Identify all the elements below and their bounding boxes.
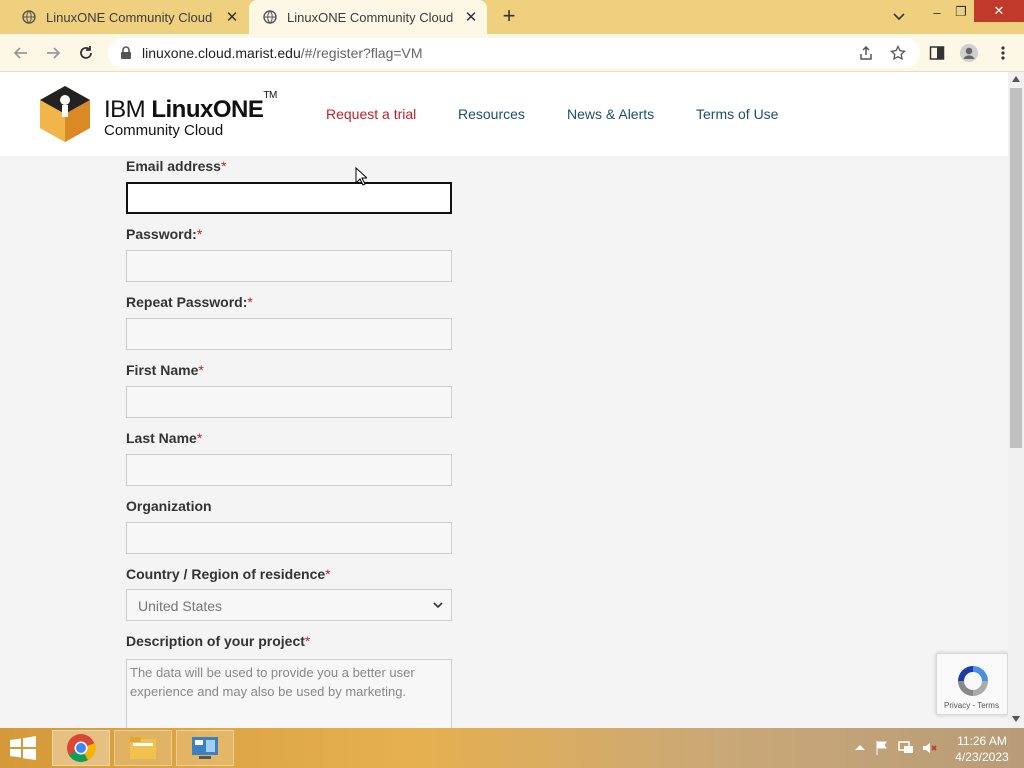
window-close-button[interactable]: ✕ <box>974 0 1024 22</box>
tab-linuxone-1[interactable]: LinuxONE Community Cloud ✕ <box>8 0 248 34</box>
last-name-label: Last Name* <box>126 430 203 446</box>
profile-avatar-icon <box>960 44 978 62</box>
site-header: IBM LinuxONETM Community Cloud Request a… <box>0 72 1008 156</box>
back-arrow-icon <box>13 47 27 59</box>
taskbar-file-explorer[interactable] <box>114 730 172 766</box>
logo-linuxone-text: LinuxONE <box>151 96 264 123</box>
menu-button[interactable] <box>992 42 1014 64</box>
control-panel-icon <box>192 737 218 759</box>
nav-terms-of-use[interactable]: Terms of Use <box>696 106 778 122</box>
organization-label: Organization <box>126 498 212 514</box>
page-viewport: IBM LinuxONETM Community Cloud Request a… <box>0 72 1008 728</box>
tab-linuxone-2[interactable]: LinuxONE Community Cloud ✕ <box>249 0 487 34</box>
email-input[interactable] <box>126 182 452 214</box>
volume-muted-icon[interactable] <box>922 740 938 756</box>
tab-title: LinuxONE Community Cloud <box>46 9 213 25</box>
scroll-thumb[interactable] <box>1010 88 1022 448</box>
forward-button[interactable] <box>42 42 64 64</box>
email-label: Email address* <box>126 158 227 174</box>
mouse-cursor-icon <box>355 167 367 186</box>
tab-title: LinuxONE Community Cloud <box>287 9 454 25</box>
nav-request-trial[interactable]: Request a trial <box>326 106 416 122</box>
tab-close-icon[interactable]: ✕ <box>224 9 240 26</box>
logo-wordmark[interactable]: IBM LinuxONETM <box>104 90 277 124</box>
logo-subtitle: Community Cloud <box>104 122 224 139</box>
country-label: Country / Region of residence* <box>126 566 331 582</box>
reload-button[interactable] <box>75 42 97 64</box>
lock-icon[interactable] <box>120 46 132 60</box>
password-label: Password:* <box>126 226 203 242</box>
browser-toolbar: linuxone.cloud.marist.edu/#/register?fla… <box>0 34 1024 72</box>
chevron-down-icon <box>433 602 443 609</box>
scroll-up-arrow-icon[interactable] <box>1012 76 1020 82</box>
windows-taskbar: 11:26 AM 4/23/2023 <box>0 728 1024 768</box>
url-path: /#/register?flag=VM <box>300 45 423 61</box>
repeat-password-input[interactable] <box>126 318 452 350</box>
nav-news-alerts[interactable]: News & Alerts <box>567 106 654 122</box>
first-name-input[interactable] <box>126 386 452 418</box>
country-select[interactable]: United States <box>126 589 452 621</box>
repeat-password-label: Repeat Password:* <box>126 294 253 310</box>
chrome-icon <box>67 734 96 762</box>
reload-icon <box>80 46 92 59</box>
share-icon[interactable] <box>858 45 874 61</box>
first-name-label: First Name* <box>126 362 204 378</box>
forward-arrow-icon <box>47 47 61 59</box>
linuxone-logo-icon[interactable] <box>38 84 92 144</box>
logo-tm: TM <box>263 90 277 101</box>
side-panel-icon <box>929 46 945 60</box>
profile-button[interactable] <box>958 42 980 64</box>
action-center-flag-icon[interactable] <box>874 740 890 756</box>
system-clock[interactable]: 11:26 AM 4/23/2023 <box>950 733 1014 765</box>
clock-date: 4/23/2023 <box>955 750 1009 764</box>
tab-search-chevron-icon[interactable] <box>890 9 908 25</box>
bookmark-star-icon[interactable] <box>890 45 906 61</box>
side-panel-button[interactable] <box>926 42 948 64</box>
logo-ibm-text: IBM <box>104 96 152 123</box>
network-icon[interactable] <box>898 740 914 756</box>
back-button[interactable] <box>10 42 32 64</box>
tab-strip: LinuxONE Community Cloud ✕ LinuxONE Comm… <box>0 0 1024 34</box>
recaptcha-badge[interactable]: Privacy - Terms <box>936 653 1008 715</box>
password-input[interactable] <box>126 250 452 282</box>
organization-input[interactable] <box>126 522 452 554</box>
windows-start-icon[interactable] <box>8 736 38 760</box>
description-textarea[interactable]: The data will be used to provide you a b… <box>126 659 452 728</box>
country-selected-value: United States <box>138 598 223 614</box>
globe-icon <box>22 10 36 24</box>
url-text: linuxone.cloud.marist.edu/#/register?fla… <box>142 45 423 61</box>
tray-overflow-chevron-icon[interactable] <box>852 740 868 756</box>
recaptcha-privacy-terms[interactable]: Privacy - Terms <box>944 701 999 710</box>
restore-button[interactable]: ❐ <box>946 0 976 24</box>
url-host: linuxone.cloud.marist.edu <box>142 45 301 61</box>
description-label: Description of your project* <box>126 633 311 649</box>
taskbar-chrome[interactable] <box>52 730 110 766</box>
kebab-menu-icon <box>1001 46 1005 60</box>
taskbar-control-panel[interactable] <box>176 730 234 766</box>
clock-time: 11:26 AM <box>957 734 1007 748</box>
recaptcha-logo-icon <box>958 666 988 696</box>
nav-resources[interactable]: Resources <box>458 106 525 122</box>
new-tab-button[interactable]: + <box>498 5 520 28</box>
scroll-down-arrow-icon[interactable] <box>1012 716 1020 722</box>
page-scrollbar[interactable] <box>1008 72 1024 728</box>
tab-close-icon[interactable]: ✕ <box>463 9 479 26</box>
address-bar[interactable]: linuxone.cloud.marist.edu/#/register?fla… <box>108 38 920 68</box>
globe-icon <box>263 10 277 24</box>
last-name-input[interactable] <box>126 454 452 486</box>
folder-icon <box>130 737 156 759</box>
